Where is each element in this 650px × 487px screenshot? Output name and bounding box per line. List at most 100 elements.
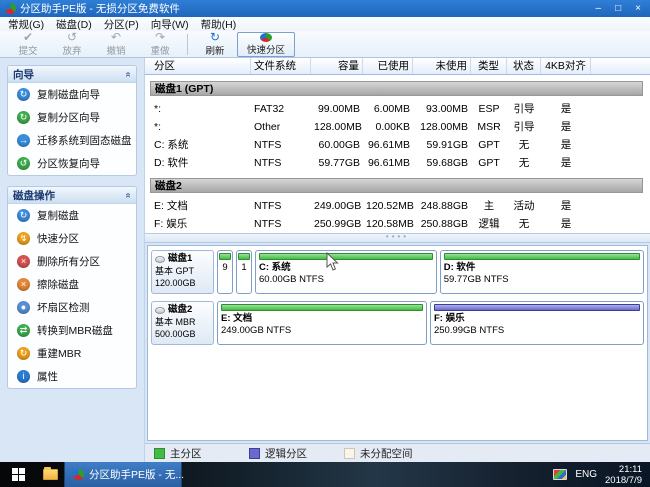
clock[interactable]: 21:11 2018/7/9 bbox=[605, 464, 642, 486]
disk-name-label: 磁盘2 bbox=[168, 304, 192, 316]
table-cell: *: bbox=[151, 118, 251, 136]
splitter-dots-icon: •••• bbox=[386, 235, 409, 239]
menu-item[interactable]: 分区(P) bbox=[98, 17, 145, 32]
minimize-button[interactable]: – bbox=[596, 3, 602, 14]
legend-item-unallocated: 未分配空间 bbox=[344, 446, 439, 461]
app-logo-pie-icon bbox=[5, 3, 16, 14]
table-cell: FAT32 bbox=[251, 100, 311, 118]
sidebar-item-label: 属性 bbox=[37, 369, 58, 384]
sidebar-item-copy-disk-wizard[interactable]: ↻复制磁盘向导 bbox=[8, 83, 136, 106]
splitter-handle[interactable]: •••• bbox=[145, 233, 650, 243]
panel-header[interactable]: 向导» bbox=[8, 66, 136, 83]
partition-block[interactable]: D: 软件59.77GB NTFS bbox=[440, 250, 644, 294]
system-tray: ENG 21:11 2018/7/9 bbox=[553, 464, 650, 486]
maximize-button[interactable]: □ bbox=[615, 3, 621, 14]
partition-block[interactable]: E: 文档249.00GB NTFS bbox=[217, 301, 427, 345]
sidebar-item-copy-disk[interactable]: ↻复制磁盘 bbox=[8, 204, 136, 227]
refresh-icon: ↻ bbox=[210, 31, 220, 43]
clock-time: 21:11 bbox=[619, 464, 642, 475]
taskbar-app-button[interactable]: 分区助手PE版 - 无... bbox=[64, 462, 182, 487]
sidebar-item-convert-to-mbr[interactable]: ⇄转换到MBR磁盘 bbox=[8, 319, 136, 342]
column-header[interactable]: 分区 bbox=[151, 58, 251, 74]
table-row[interactable]: F: 娱乐NTFS250.99GB120.58MB250.88GB逻辑无是 bbox=[145, 215, 650, 233]
language-indicator[interactable]: ENG bbox=[575, 469, 597, 480]
properties-icon: i bbox=[17, 370, 30, 383]
refresh-button[interactable]: ↻刷新 bbox=[193, 32, 237, 57]
column-header[interactable]: 类型 bbox=[471, 58, 507, 74]
partition-block[interactable]: 9 bbox=[217, 250, 233, 294]
display-tray-icon[interactable] bbox=[553, 469, 567, 480]
refresh-label: 刷新 bbox=[205, 43, 224, 57]
disk-size: 120.00GB bbox=[155, 277, 210, 289]
disk-type: 基本 MBR bbox=[155, 316, 210, 328]
partition-usage-bar bbox=[221, 304, 423, 311]
redo-button: ↷重做 bbox=[138, 32, 182, 57]
table-cell: 96.61MB bbox=[363, 136, 413, 154]
table-row[interactable]: *:Other128.00MB0.00KB128.00MBMSR引导是 bbox=[145, 118, 650, 136]
column-header[interactable]: 容量 bbox=[311, 58, 363, 74]
sidebar-item-rebuild-mbr[interactable]: ↻重建MBR bbox=[8, 342, 136, 365]
collapse-chevron-icon[interactable]: » bbox=[123, 71, 134, 77]
sidebar-panel-wizards: 向导»↻复制磁盘向导↻复制分区向导→迁移系统到固态磁盘↺分区恢复向导 bbox=[7, 65, 137, 176]
disk-info-box[interactable]: 磁盘2基本 MBR500.00GB bbox=[151, 301, 214, 345]
table-row[interactable]: *:FAT3299.00MB6.00MB93.00MBESP引导是 bbox=[145, 100, 650, 118]
table-cell: NTFS bbox=[251, 136, 311, 154]
submit-icon: ✔ bbox=[23, 31, 33, 43]
legend-label: 主分区 bbox=[170, 446, 202, 461]
table-row[interactable]: E: 文档NTFS249.00GB120.52MB248.88GB主活动是 bbox=[145, 197, 650, 215]
sidebar-item-properties[interactable]: i 属性 bbox=[8, 365, 136, 388]
sidebar-item-copy-partition-wizard[interactable]: ↻复制分区向导 bbox=[8, 106, 136, 129]
column-header[interactable]: 状态 bbox=[507, 58, 541, 74]
sidebar-item-migrate-os-to-ssd[interactable]: →迁移系统到固态磁盘 bbox=[8, 129, 136, 152]
sidebar-item-bad-sector-check[interactable]: ●坏扇区检测 bbox=[8, 296, 136, 319]
table-cell: 120.52MB bbox=[363, 197, 413, 215]
table-cell: F: 娱乐 bbox=[151, 215, 251, 233]
file-explorer-button[interactable] bbox=[36, 462, 64, 487]
partition-block[interactable]: 1 bbox=[236, 250, 252, 294]
sidebar-item-quick-partition-side[interactable]: ↯快速分区 bbox=[8, 227, 136, 250]
disk-size: 500.00GB bbox=[155, 328, 210, 340]
partition-block[interactable]: C: 系统60.00GB NTFS bbox=[255, 250, 437, 294]
close-button[interactable]: × bbox=[635, 3, 641, 14]
column-header[interactable]: 未使用 bbox=[413, 58, 471, 74]
taskbar-app-label: 分区助手PE版 - 无... bbox=[89, 467, 184, 482]
window-title: 分区助手PE版 - 无损分区免费软件 bbox=[20, 1, 180, 16]
column-header[interactable]: 已使用 bbox=[363, 58, 413, 74]
table-cell: MSR bbox=[471, 118, 507, 136]
partition-block[interactable]: F: 娱乐250.99GB NTFS bbox=[430, 301, 644, 345]
undo-label: 撤销 bbox=[106, 43, 125, 57]
app-pie-icon bbox=[73, 469, 84, 480]
table-cell: 96.61MB bbox=[363, 154, 413, 172]
table-cell: 是 bbox=[541, 154, 591, 172]
column-header[interactable]: 4KB对齐 bbox=[541, 58, 591, 74]
collapse-chevron-icon[interactable]: » bbox=[123, 192, 134, 198]
sidebar-item-label: 转换到MBR磁盘 bbox=[37, 323, 113, 338]
table-cell: 逻辑 bbox=[471, 215, 507, 233]
column-header[interactable]: 文件系统 bbox=[251, 58, 311, 74]
table-row[interactable]: D: 软件NTFS59.77GB96.61MB59.68GBGPT无是 bbox=[145, 154, 650, 172]
mouse-cursor bbox=[326, 252, 340, 272]
redo-icon: ↷ bbox=[155, 31, 165, 43]
menu-bar: 常规(G)磁盘(D)分区(P)向导(W)帮助(H) bbox=[0, 17, 650, 31]
panel-header[interactable]: 磁盘操作» bbox=[8, 187, 136, 204]
table-cell: 59.91GB bbox=[413, 136, 471, 154]
legend-bar: 主分区逻辑分区未分配空间 bbox=[145, 443, 650, 462]
sidebar-item-partition-recovery-wizard[interactable]: ↺分区恢复向导 bbox=[8, 152, 136, 175]
legend-swatch-logical bbox=[249, 448, 260, 459]
submit-label: 提交 bbox=[18, 43, 37, 57]
start-button[interactable] bbox=[0, 462, 36, 487]
disk-icon bbox=[155, 256, 165, 263]
windows-logo-icon bbox=[12, 468, 25, 481]
menu-item[interactable]: 向导(W) bbox=[145, 17, 195, 32]
quick-partition-icon bbox=[260, 33, 272, 42]
table-cell: 是 bbox=[541, 136, 591, 154]
sidebar-item-label: 复制磁盘 bbox=[37, 208, 79, 223]
table-cell: E: 文档 bbox=[151, 197, 251, 215]
disk-info-box[interactable]: 磁盘1基本 GPT120.00GB bbox=[151, 250, 214, 294]
sidebar-item-delete-all-partitions[interactable]: ×删除所有分区 bbox=[8, 250, 136, 273]
table-cell: 无 bbox=[507, 154, 541, 172]
sidebar-item-wipe-disk[interactable]: ×擦除磁盘 bbox=[8, 273, 136, 296]
table-row[interactable]: C: 系统NTFS60.00GB96.61MB59.91GBGPT无是 bbox=[145, 136, 650, 154]
quick-partition-button[interactable]: 快速分区 bbox=[237, 32, 295, 57]
table-cell: *: bbox=[151, 100, 251, 118]
